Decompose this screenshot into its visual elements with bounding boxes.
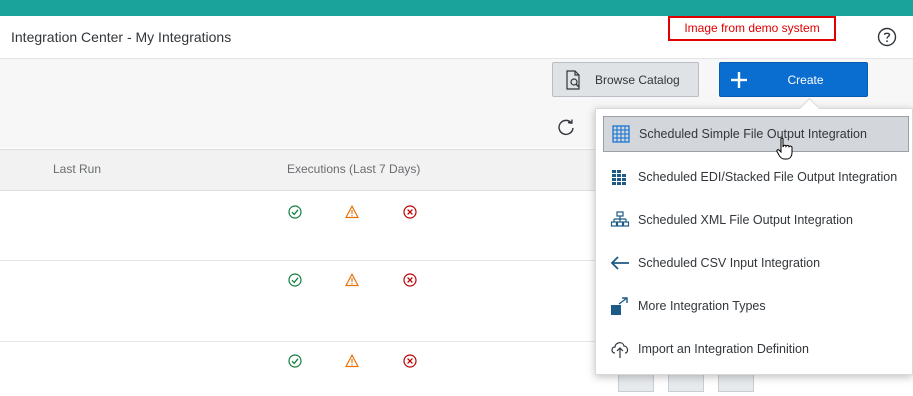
details-button[interactable] [668,372,704,392]
refresh-icon[interactable] [556,117,576,137]
browse-catalog-label: Browse Catalog [595,72,680,87]
menu-item-label: Import an Integration Definition [638,342,809,356]
success-icon[interactable] [288,205,302,219]
warning-icon[interactable] [345,273,359,287]
delete-button[interactable] [718,372,754,392]
column-header-last-run[interactable]: Last Run [53,162,101,176]
success-icon[interactable] [288,354,302,368]
menu-item-label: Scheduled XML File Output Integration [638,213,853,227]
menu-item-label: Scheduled EDI/Stacked File Output Integr… [638,170,898,184]
question-circle-icon[interactable] [877,27,897,47]
menu-item-more-types[interactable]: More Integration Types [603,288,909,324]
warning-icon[interactable] [345,354,359,368]
arrow-left-icon [610,256,629,270]
demo-banner: Image from demo system [668,16,836,41]
error-icon[interactable] [403,205,417,219]
edit-button[interactable] [618,372,654,392]
menu-item-label: More Integration Types [638,299,766,313]
top-strip [0,0,913,16]
hand-cursor-icon [776,137,793,160]
warning-icon[interactable] [345,205,359,219]
browse-catalog-button[interactable]: Browse Catalog [552,62,699,97]
menu-item-import-definition[interactable]: Import an Integration Definition [603,331,909,367]
create-button[interactable]: Create [719,62,868,97]
grid-table-icon [612,125,630,143]
menu-item-edi-stacked-output[interactable]: Scheduled EDI/Stacked File Output Integr… [603,159,909,195]
error-icon[interactable] [403,273,417,287]
menu-item-label: Scheduled Simple File Output Integration [639,127,867,141]
catalog-search-icon [566,69,580,90]
cloud-upload-icon [611,342,629,358]
menu-item-xml-output[interactable]: Scheduled XML File Output Integration [603,202,909,238]
menu-item-simple-file-output[interactable]: Scheduled Simple File Output Integration [603,116,909,152]
create-menu: Scheduled Simple File Output Integration… [595,108,913,375]
column-header-executions[interactable]: Executions (Last 7 Days) [287,162,420,176]
create-label: Create [787,73,824,87]
success-icon[interactable] [288,273,302,287]
stacked-blocks-icon [612,170,626,185]
menu-item-csv-input[interactable]: Scheduled CSV Input Integration [603,245,909,281]
menu-item-label: Scheduled CSV Input Integration [638,256,821,270]
hierarchy-icon [610,211,630,227]
open-external-icon [611,297,628,315]
page-title: Integration Center - My Integrations [11,29,232,45]
error-icon[interactable] [403,354,417,368]
